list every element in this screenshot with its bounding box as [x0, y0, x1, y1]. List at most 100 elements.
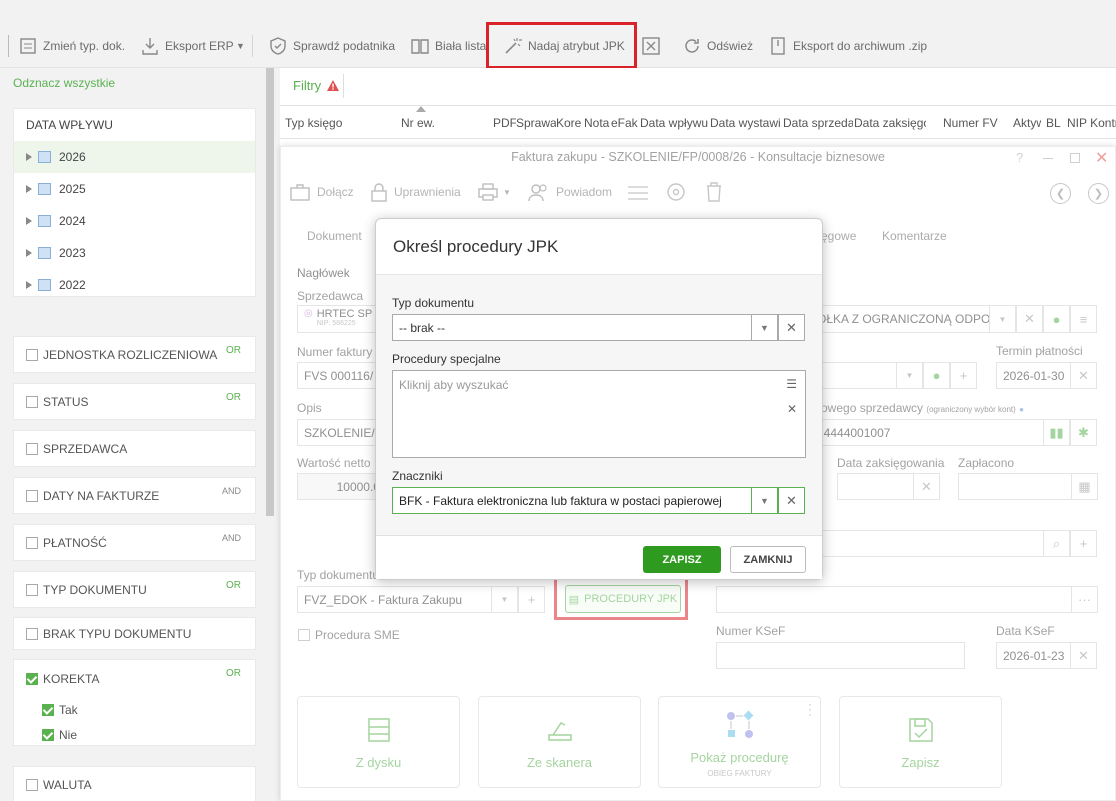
checkbox-checked[interactable] — [42, 703, 54, 716]
shield-check-icon — [270, 37, 286, 55]
year-item-2025[interactable]: 2025 — [14, 173, 255, 205]
checkbox[interactable] — [26, 348, 38, 361]
filter-label: TYP DOKUMENTU — [43, 582, 147, 597]
modal-save-button[interactable]: ZAPISZ — [643, 546, 721, 573]
white-list-label: Biała lista — [435, 39, 487, 53]
filter-doc-type[interactable]: TYP DOKUMENTU OR — [13, 571, 256, 608]
calendar-icon — [38, 151, 51, 163]
col-header-korekta[interactable]: Kore — [556, 116, 583, 130]
filter-label: WALUTA — [43, 777, 92, 792]
markers-dropdown[interactable]: ▼ — [751, 487, 778, 514]
filter-label: KOREKTA — [43, 671, 100, 686]
document-icon — [20, 38, 36, 54]
excel-export-button[interactable] — [641, 32, 661, 60]
filter-currency[interactable]: WALUTA — [13, 766, 256, 801]
modal-footer: ZAPISZ ZAMKNIJ — [376, 535, 822, 579]
check-taxpayer-button[interactable]: Sprawdź podatnika — [268, 32, 395, 60]
modal-doc-type-select[interactable]: -- brak -- — [392, 314, 752, 341]
checkbox[interactable] — [26, 778, 38, 791]
archive-export-button[interactable]: Eksport do archiwum .zip — [768, 32, 927, 60]
year-label: 2022 — [59, 278, 86, 292]
clear-icon[interactable]: ✕ — [778, 314, 805, 341]
change-doc-type-button[interactable]: Zmień typ. dok. — [18, 32, 125, 60]
filter-label: SPRZEDAWCA — [43, 441, 128, 456]
expand-arrow-icon[interactable] — [26, 281, 32, 289]
markers-select[interactable]: BFK - Faktura elektroniczna lub faktura … — [392, 487, 752, 514]
filter-mode-badge: AND — [221, 533, 241, 543]
excel-icon — [642, 37, 660, 55]
download-icon — [142, 38, 158, 55]
correction-option-yes[interactable]: Tak — [14, 697, 255, 722]
list-icon[interactable]: ☰ — [786, 377, 797, 391]
year-item-2023[interactable]: 2023 — [14, 237, 255, 269]
checkbox[interactable] — [26, 395, 38, 408]
filter-status[interactable]: STATUS OR — [13, 383, 256, 420]
year-label: 2026 — [59, 150, 86, 164]
modal-close-button[interactable]: ZAMKNIJ — [730, 546, 806, 573]
year-label: 2024 — [59, 214, 86, 228]
col-header-efaktura[interactable]: eFak — [611, 116, 639, 130]
export-erp-dropdown[interactable]: ▼ — [236, 32, 245, 60]
checkbox-checked[interactable] — [26, 672, 38, 685]
year-item-2022[interactable]: 2022 — [14, 269, 255, 301]
export-erp-button[interactable]: Eksport ERP — [140, 32, 234, 60]
col-header-data-wplywu[interactable]: Data wpływu — [640, 116, 710, 130]
correction-option-no[interactable]: Nie — [14, 722, 255, 747]
checkbox[interactable] — [26, 627, 38, 640]
year-item-2024[interactable]: 2024 — [14, 205, 255, 237]
filter-no-doc-type[interactable]: BRAK TYPU DOKUMENTU — [13, 617, 256, 650]
expand-arrow-icon[interactable] — [26, 185, 32, 193]
clear-icon[interactable]: ✕ — [787, 402, 797, 416]
sort-asc-icon[interactable] — [416, 106, 426, 112]
special-procedures-field[interactable]: Kliknij aby wyszukać ☰ ✕ — [392, 370, 806, 458]
col-header-data-zaksiegowania[interactable]: Data zaksięgo — [854, 116, 926, 130]
col-header-nr[interactable]: Nr ew. — [401, 116, 441, 130]
checkbox[interactable] — [26, 583, 38, 596]
sidebar-scrollbar[interactable] — [266, 68, 274, 516]
filter-label: BRAK TYPU DOKUMENTU — [43, 626, 192, 641]
filter-invoice-dates[interactable]: DATY NA FAKTURZE AND — [13, 477, 256, 514]
filter-label: PŁATNOŚĆ — [43, 535, 107, 550]
expand-arrow-icon[interactable] — [26, 249, 32, 257]
clear-icon[interactable]: ✕ — [778, 487, 805, 514]
checkbox-checked[interactable] — [42, 728, 54, 741]
modal-doc-type-dropdown[interactable]: ▼ — [751, 314, 778, 341]
filter-payment[interactable]: PŁATNOŚĆ AND — [13, 524, 256, 561]
book-icon — [411, 39, 429, 54]
white-list-button[interactable]: Biała lista — [410, 32, 486, 60]
expand-arrow-icon[interactable] — [26, 217, 32, 225]
filter-label: STATUS — [43, 394, 89, 409]
col-header-nip[interactable]: NIP Kontr — [1067, 116, 1116, 130]
col-header-pdf[interactable]: PDF — [493, 116, 516, 130]
filter-mode-badge: OR — [226, 580, 241, 591]
col-header-nota[interactable]: Nota — [584, 116, 611, 130]
check-taxpayer-label: Sprawdź podatnika — [293, 39, 396, 53]
col-header-aktywny[interactable]: Aktyw — [1013, 116, 1041, 130]
col-header-sprawa[interactable]: Sprawa — [516, 116, 556, 130]
col-header-bl[interactable]: BL — [1046, 116, 1064, 130]
archive-icon — [771, 37, 785, 55]
filter-sidebar: Odznacz wszystkie DATA WPŁYWU 2026 2025 … — [0, 68, 270, 801]
markers-label: Znaczniki — [392, 469, 443, 483]
deselect-all-link[interactable]: Odznacz wszystkie — [13, 76, 115, 90]
calendar-icon — [38, 183, 51, 195]
checkbox[interactable] — [26, 442, 38, 455]
col-header-data-sprzedazy[interactable]: Data sprzeda — [783, 116, 853, 130]
filter-seller[interactable]: SPRZEDAWCA — [13, 430, 256, 467]
expand-arrow-icon[interactable] — [26, 153, 32, 161]
filter-jednostka[interactable]: JEDNOSTKA ROZLICZENIOWA OR — [13, 336, 256, 373]
refresh-label: Odśwież — [707, 39, 754, 53]
col-header-data-wystawienia[interactable]: Data wystawi — [710, 116, 782, 130]
checkbox[interactable] — [26, 536, 38, 549]
calendar-icon — [38, 215, 51, 227]
toolbar-grip — [8, 32, 9, 60]
checkbox[interactable] — [26, 489, 38, 502]
col-header-numer-fv[interactable]: Numer FV — [943, 116, 1013, 130]
col-header-typ[interactable]: Typ księgo — [285, 116, 345, 130]
calendar-icon — [38, 279, 51, 291]
highlight-frame-jpk-toolbar — [486, 22, 637, 69]
year-item-2026[interactable]: 2026 — [14, 141, 255, 173]
refresh-button[interactable]: Odśwież — [682, 32, 753, 60]
option-label: Nie — [59, 727, 78, 742]
filters-toggle[interactable]: Filtry — [293, 78, 340, 93]
